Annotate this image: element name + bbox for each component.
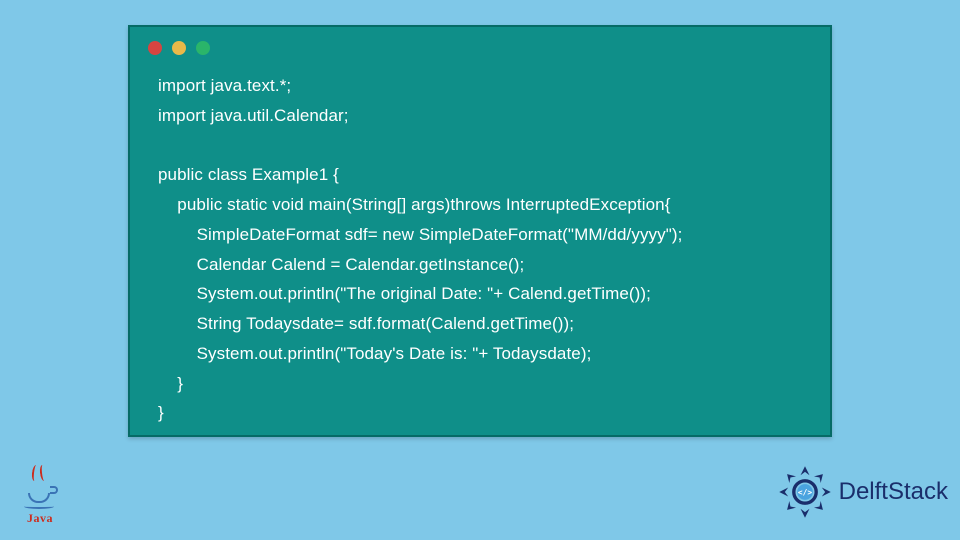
delftstack-mark-icon: </> (777, 464, 833, 520)
java-cup-icon (26, 483, 54, 503)
code-window: import java.text.*; import java.util.Cal… (128, 25, 832, 437)
delftstack-logo: </> DelftStack (777, 464, 948, 520)
maximize-icon (196, 41, 210, 55)
svg-text:</>: </> (798, 488, 812, 497)
java-logo: Java (18, 483, 62, 526)
window-controls (130, 27, 830, 61)
code-area: import java.text.*; import java.util.Cal… (130, 61, 830, 448)
java-logo-label: Java (18, 511, 62, 526)
delftstack-logo-label: DelftStack (839, 478, 948, 506)
code-block: import java.text.*; import java.util.Cal… (158, 71, 802, 428)
minimize-icon (172, 41, 186, 55)
close-icon (148, 41, 162, 55)
